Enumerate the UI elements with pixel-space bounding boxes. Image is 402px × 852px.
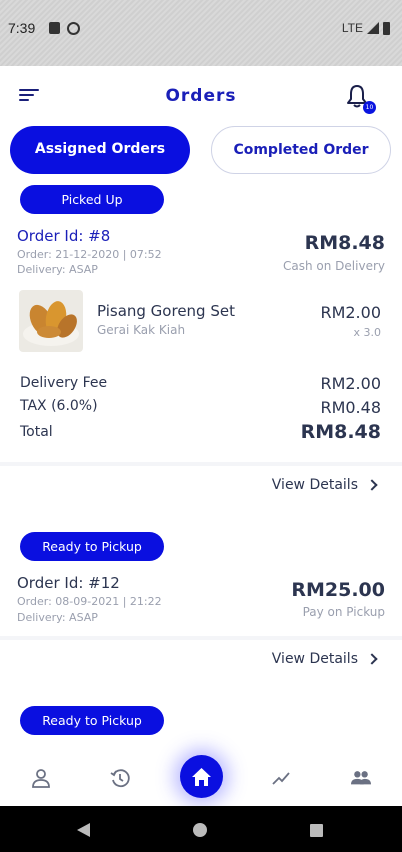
total-value: RM8.48 bbox=[300, 421, 381, 443]
status-badge: Picked Up bbox=[20, 185, 164, 214]
notification-badge: 10 bbox=[363, 101, 376, 114]
home-circle-icon[interactable] bbox=[193, 823, 207, 837]
tab-assigned-orders[interactable]: Assigned Orders bbox=[10, 126, 190, 174]
notification-button[interactable]: 10 bbox=[346, 84, 376, 114]
status-badge: Ready to Pickup bbox=[20, 706, 164, 735]
page-title: Orders bbox=[165, 86, 237, 106]
home-icon bbox=[192, 768, 211, 786]
order-tabs: Assigned Orders Completed Order bbox=[10, 126, 392, 174]
order-id: Order Id: #12 bbox=[17, 574, 120, 592]
users-icon[interactable] bbox=[351, 768, 371, 788]
order-time: Order: 21-12-2020 | 07:52 bbox=[17, 248, 162, 261]
dnd-icon bbox=[67, 22, 80, 35]
delivery-fee-value: RM2.00 bbox=[320, 374, 381, 393]
tax-label: TAX (6.0%) bbox=[20, 398, 98, 414]
item-price: RM2.00 bbox=[320, 303, 381, 322]
chevron-right-icon bbox=[366, 653, 378, 665]
item-name: Pisang Goreng Set bbox=[97, 302, 235, 320]
signal-icon bbox=[367, 22, 379, 34]
sim-icon bbox=[49, 22, 60, 34]
view-details-label: View Details bbox=[271, 477, 358, 493]
divider bbox=[0, 462, 402, 466]
status-notification-icons bbox=[49, 22, 80, 35]
order-amount: RM8.48 bbox=[304, 232, 385, 254]
view-details-label: View Details bbox=[271, 651, 358, 667]
tab-completed-order[interactable]: Completed Order bbox=[211, 126, 391, 174]
status-badge: Ready to Pickup bbox=[20, 532, 164, 561]
payment-method: Pay on Pickup bbox=[302, 605, 385, 619]
view-details-button[interactable]: View Details bbox=[271, 477, 378, 493]
delivery-type: Delivery: ASAP bbox=[17, 263, 98, 276]
order-time: Order: 08-09-2021 | 21:22 bbox=[17, 595, 162, 608]
tax-value: RM0.48 bbox=[320, 398, 381, 417]
analytics-icon[interactable] bbox=[271, 768, 291, 788]
home-button[interactable] bbox=[180, 755, 223, 798]
item-quantity: x 3.0 bbox=[353, 326, 382, 339]
view-details-button[interactable]: View Details bbox=[271, 651, 378, 667]
profile-icon[interactable] bbox=[31, 768, 51, 788]
order-amount: RM25.00 bbox=[291, 579, 385, 601]
system-navigation-bar bbox=[0, 806, 402, 852]
network-label: LTE bbox=[341, 21, 363, 35]
food-image bbox=[19, 290, 83, 352]
status-right: LTE bbox=[342, 21, 390, 35]
bottom-nav bbox=[0, 748, 402, 806]
delivery-fee-label: Delivery Fee bbox=[20, 375, 108, 391]
recents-icon[interactable] bbox=[310, 824, 323, 837]
app-bar: Orders 10 bbox=[0, 66, 402, 126]
order-id: Order Id: #8 bbox=[17, 227, 111, 245]
chevron-right-icon bbox=[366, 479, 378, 491]
divider bbox=[0, 636, 402, 640]
battery-icon bbox=[383, 21, 390, 35]
history-icon[interactable] bbox=[110, 768, 130, 788]
status-time: 7:39 bbox=[8, 20, 36, 36]
total-label: Total bbox=[20, 424, 53, 440]
back-icon[interactable] bbox=[77, 823, 90, 837]
status-bar: 7:39 LTE bbox=[0, 0, 402, 66]
delivery-type: Delivery: ASAP bbox=[17, 611, 98, 624]
payment-method: Cash on Delivery bbox=[283, 259, 385, 273]
item-shop: Gerai Kak Kiah bbox=[97, 323, 186, 337]
